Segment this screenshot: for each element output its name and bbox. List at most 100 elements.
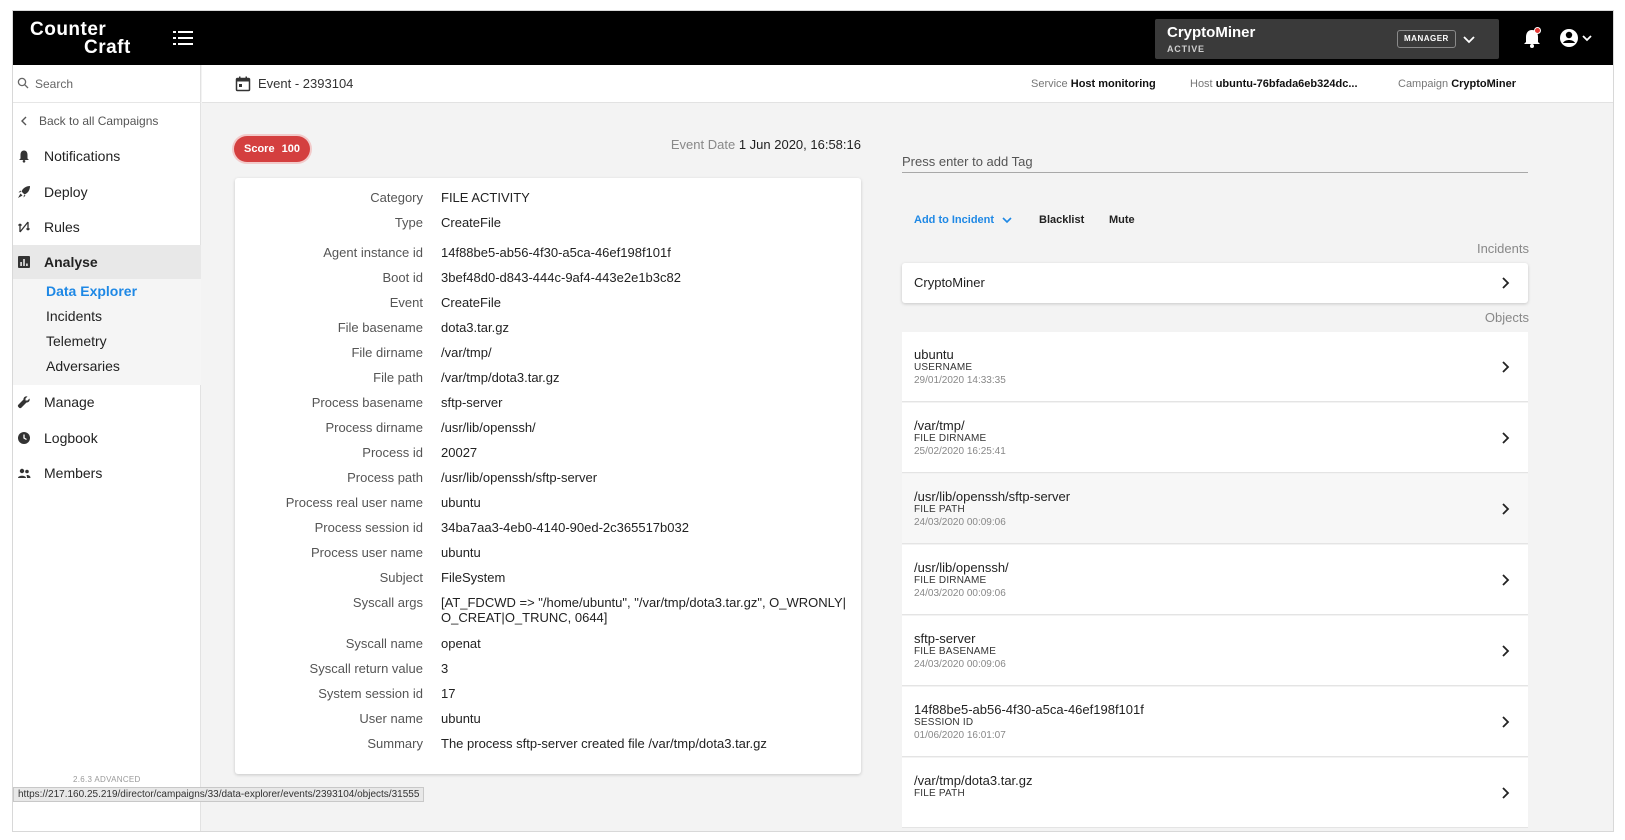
detail-key: File path: [373, 370, 423, 385]
detail-key: Agent instance id: [323, 245, 423, 260]
chevron-left-icon: [21, 116, 27, 126]
sidebar-item-rules[interactable]: Rules: [13, 210, 201, 244]
back-to-campaigns-link[interactable]: Back to all Campaigns: [13, 109, 201, 133]
detail-key: Subject: [379, 570, 423, 585]
detail-key: File dirname: [351, 345, 423, 360]
object-item[interactable]: /var/tmp/dota3.tar.gz FILE PATH: [902, 758, 1528, 828]
add-to-incident-button[interactable]: Add to Incident: [914, 211, 1013, 229]
bar-chart-icon: [18, 256, 30, 268]
incident-name: CryptoMiner: [914, 275, 985, 290]
event-date: Event Date 1 Jun 2020, 16:58:16: [613, 137, 861, 152]
detail-value: 3bef48d0-d843-444c-9af4-443e2e1b3c82: [441, 270, 681, 285]
detail-value: openat: [441, 636, 481, 651]
sidebar: Back to all Campaigns Notifications Depl…: [13, 65, 201, 831]
object-item[interactable]: /usr/lib/openssh/sftp-server FILE PATH 24/…: [902, 474, 1528, 544]
object-type: FILE DIRNAME: [914, 433, 987, 444]
campaign-selector[interactable]: CryptoMiner ACTIVE MANAGER: [1155, 19, 1499, 59]
object-item[interactable]: /usr/lib/openssh/FILE DIRNAME 24/03/2020 …: [902, 545, 1528, 615]
tag-input[interactable]: [902, 151, 1528, 173]
campaign-label: Campaign: [1398, 78, 1449, 90]
sidebar-item-analyse[interactable]: Analyse: [13, 245, 201, 279]
add-to-incident-label: Add to Incident: [914, 214, 995, 226]
detail-key: Boot id: [382, 270, 423, 285]
sidebar-item-label: Logbook: [44, 430, 98, 446]
detail-key: Summary: [367, 736, 423, 751]
menu-icon[interactable]: [173, 28, 193, 48]
top-bar: Counter Craft CryptoMiner ACTIVE MANAGER: [13, 11, 1613, 65]
service-label: Service: [1031, 78, 1068, 90]
clock-icon: [18, 432, 30, 444]
detail-value: /var/tmp/: [441, 345, 492, 360]
detail-key: Process user name: [311, 545, 423, 560]
detail-key: System session id: [318, 686, 423, 701]
detail-value: FileSystem: [441, 570, 506, 585]
sidebar-item-notifications[interactable]: Notifications: [13, 139, 201, 173]
logo[interactable]: Counter Craft: [30, 20, 131, 57]
object-item[interactable]: 14f88be5-ab56-4f30-a5ca-46ef198f101f SESS…: [902, 687, 1528, 757]
back-label: Back to all Campaigns: [39, 114, 159, 128]
account-icon[interactable]: [1559, 27, 1599, 49]
mute-button[interactable]: Mute: [1109, 211, 1135, 229]
object-name: /usr/lib/openssh/: [914, 560, 1009, 575]
object-item[interactable]: sftp-server FILE BASENAME 24/03/2020 00:09…: [902, 616, 1528, 686]
detail-key: File basename: [337, 320, 423, 335]
sidebar-subitem-incidents[interactable]: Incidents: [13, 304, 201, 329]
detail-value: ubuntu: [441, 495, 481, 510]
event-header: Event - 2393104 Service Host monitoring …: [202, 65, 1613, 103]
sidebar-item-label: Manage: [44, 394, 95, 410]
chevron-right-icon: [1502, 277, 1510, 289]
detail-value: 17: [441, 686, 456, 701]
blacklist-button[interactable]: Blacklist: [1039, 211, 1084, 229]
detail-key: Process id: [362, 445, 423, 460]
chevron-right-icon: [1502, 361, 1510, 373]
sidebar-item-label: Deploy: [44, 184, 88, 200]
search-input[interactable]: [35, 74, 185, 94]
objects-section-label: Objects: [1484, 310, 1529, 325]
chevron-right-icon: [1502, 787, 1510, 799]
object-type: USERNAME: [914, 362, 973, 373]
sidebar-item-deploy[interactable]: Deploy: [13, 175, 201, 209]
sidebar-subitem-data-explorer[interactable]: Data Explorer: [13, 279, 201, 304]
detail-key: Type: [394, 215, 423, 230]
detail-value: CreateFile: [441, 215, 501, 230]
object-item[interactable]: /var/tmp/FILE DIRNAME 25/02/2020 16:25:41: [902, 403, 1528, 473]
calendar-icon: [235, 76, 251, 92]
sidebar-subitem-adversaries[interactable]: Adversaries: [13, 354, 201, 379]
detail-value: /usr/lib/openssh/: [441, 420, 536, 435]
sidebar-item-label: Members: [44, 465, 103, 481]
detail-value: sftp-server: [441, 395, 503, 410]
sidebar-item-logbook[interactable]: Logbook: [13, 421, 201, 455]
sidebar-item-manage[interactable]: Manage: [13, 385, 201, 419]
incidents-section-label: Incidents: [1476, 241, 1529, 256]
score-value: 100: [281, 143, 300, 155]
detail-value: CreateFile: [441, 295, 501, 310]
sidebar-item-members[interactable]: Members: [13, 456, 201, 490]
incident-item[interactable]: CryptoMiner: [902, 263, 1528, 303]
sidebar-search: [13, 65, 201, 103]
chevron-down-icon[interactable]: [1461, 31, 1477, 47]
object-type: FILE DIRNAME: [914, 575, 987, 586]
object-date: 24/03/2020 00:09:06: [914, 517, 1006, 528]
detail-value: ubuntu: [441, 711, 481, 726]
object-date: 01/06/2020 16:01:07: [914, 730, 1006, 741]
score-label: Score: [244, 143, 275, 155]
detail-value: 34ba7aa3-4eb0-4140-90ed-2c365517b032: [441, 520, 689, 535]
event-date-label: Event Date: [670, 137, 736, 152]
detail-value: [AT_FDCWD => "/home/ubuntu", "/var/tmp/d…: [441, 595, 846, 625]
object-name: /usr/lib/openssh/sftp-server: [914, 489, 1071, 504]
detail-key: Process session id: [314, 520, 423, 535]
score-badge: Score 100: [234, 136, 310, 162]
object-item[interactable]: ubuntu USERNAME 29/01/2020 14:33:35: [902, 332, 1528, 402]
detail-value: 14f88be5-ab56-4f30-a5ca-46ef198f101f: [441, 245, 671, 260]
detail-key: Syscall return value: [309, 661, 423, 676]
object-date: 24/03/2020 00:09:06: [914, 588, 1006, 599]
detail-value: /usr/lib/openssh/sftp-server: [441, 470, 598, 485]
wrench-icon: [17, 396, 30, 409]
detail-value: 3: [441, 661, 449, 676]
event-date-value: 1 Jun 2020, 16:58:16: [738, 137, 861, 152]
host-value: ubuntu-76bfada6eb324dc...: [1215, 78, 1358, 90]
detail-value: /var/tmp/dota3.tar.gz: [441, 370, 560, 385]
host-meta: Host ubuntu-76bfada6eb324dc...: [1190, 78, 1358, 90]
status-bar-url: https://217.160.25.219/director/campaign…: [13, 787, 425, 802]
sidebar-subitem-telemetry[interactable]: Telemetry: [13, 329, 201, 354]
